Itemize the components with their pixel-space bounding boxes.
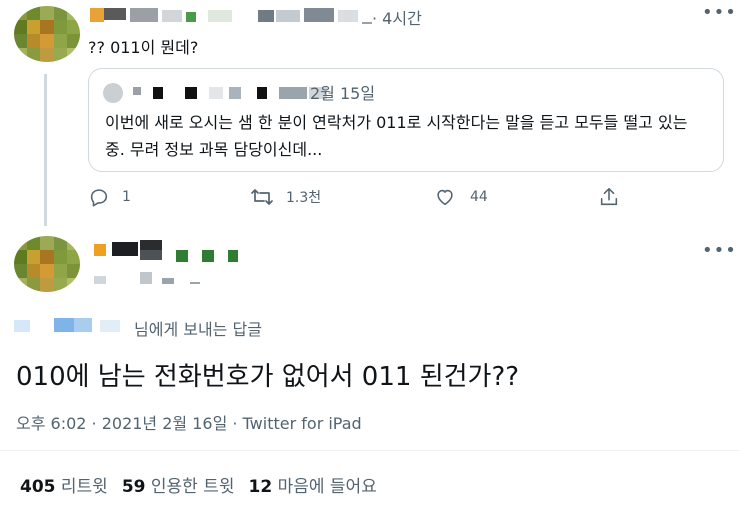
quoted-avatar [103, 83, 123, 103]
like-button[interactable]: 44 [434, 186, 488, 208]
author-name-redacted[interactable] [90, 8, 380, 24]
reply-button[interactable]: 1 [88, 186, 131, 208]
main-tweet-text: 010에 남는 전화번호가 없어서 011 된건가?? [16, 362, 520, 392]
likes-label: 마음에 들어요 [277, 477, 377, 497]
like-count: 44 [470, 189, 488, 205]
retweet-icon [251, 189, 273, 205]
more-options-icon[interactable]: ••• [702, 240, 737, 261]
quoted-date: 2월 15일 [310, 84, 376, 103]
quotes-count: 59 [121, 477, 146, 497]
author-name-redacted[interactable] [90, 240, 250, 288]
tweet-stats: 405 리트윗 59 인용한 트윗 12 마음에 들어요 [20, 472, 377, 497]
share-icon [600, 187, 618, 206]
retweet-count: 1.3천 [286, 190, 322, 206]
tweet-time: · 4시간 [372, 9, 422, 28]
quote-tweets-stat[interactable]: 59 인용한 트윗 [122, 472, 235, 497]
quotes-label: 인용한 트윗 [150, 477, 235, 497]
tweet-meta[interactable]: 오후 6:02 · 2021년 2월 16일 · Twitter for iPa… [16, 410, 362, 434]
quoted-tweet[interactable]: 2월 15일 이번에 새로 오시는 샘 한 분이 연락처가 011로 시작한다는… [88, 68, 724, 172]
reply-icon [90, 189, 108, 207]
retweets-label: 리트윗 [60, 477, 108, 497]
thread-line [44, 74, 47, 226]
more-options-icon[interactable]: ••• [702, 2, 737, 23]
replying-to-redacted[interactable] [14, 318, 134, 334]
divider [0, 450, 740, 451]
likes-stat[interactable]: 12 마음에 들어요 [249, 472, 377, 497]
share-button[interactable] [598, 186, 620, 208]
likes-count: 12 [248, 477, 273, 497]
reply-count: 1 [122, 189, 131, 205]
tweet-actions: 1 1.3천 44 [88, 186, 628, 212]
heart-icon [437, 189, 453, 206]
tweet-text: ?? 011이 뭔데? [88, 38, 199, 57]
retweets-count: 405 [20, 477, 56, 497]
avatar[interactable] [14, 6, 80, 62]
retweets-stat[interactable]: 405 리트윗 [20, 472, 108, 497]
replying-to-label: 님에게 보내는 답글 [134, 320, 262, 339]
quoted-text: 이번에 새로 오시는 샘 한 분이 연락처가 011로 시작한다는 말을 듣고 … [105, 113, 688, 159]
retweet-button[interactable]: 1.3천 [250, 186, 321, 208]
avatar[interactable] [14, 236, 80, 292]
